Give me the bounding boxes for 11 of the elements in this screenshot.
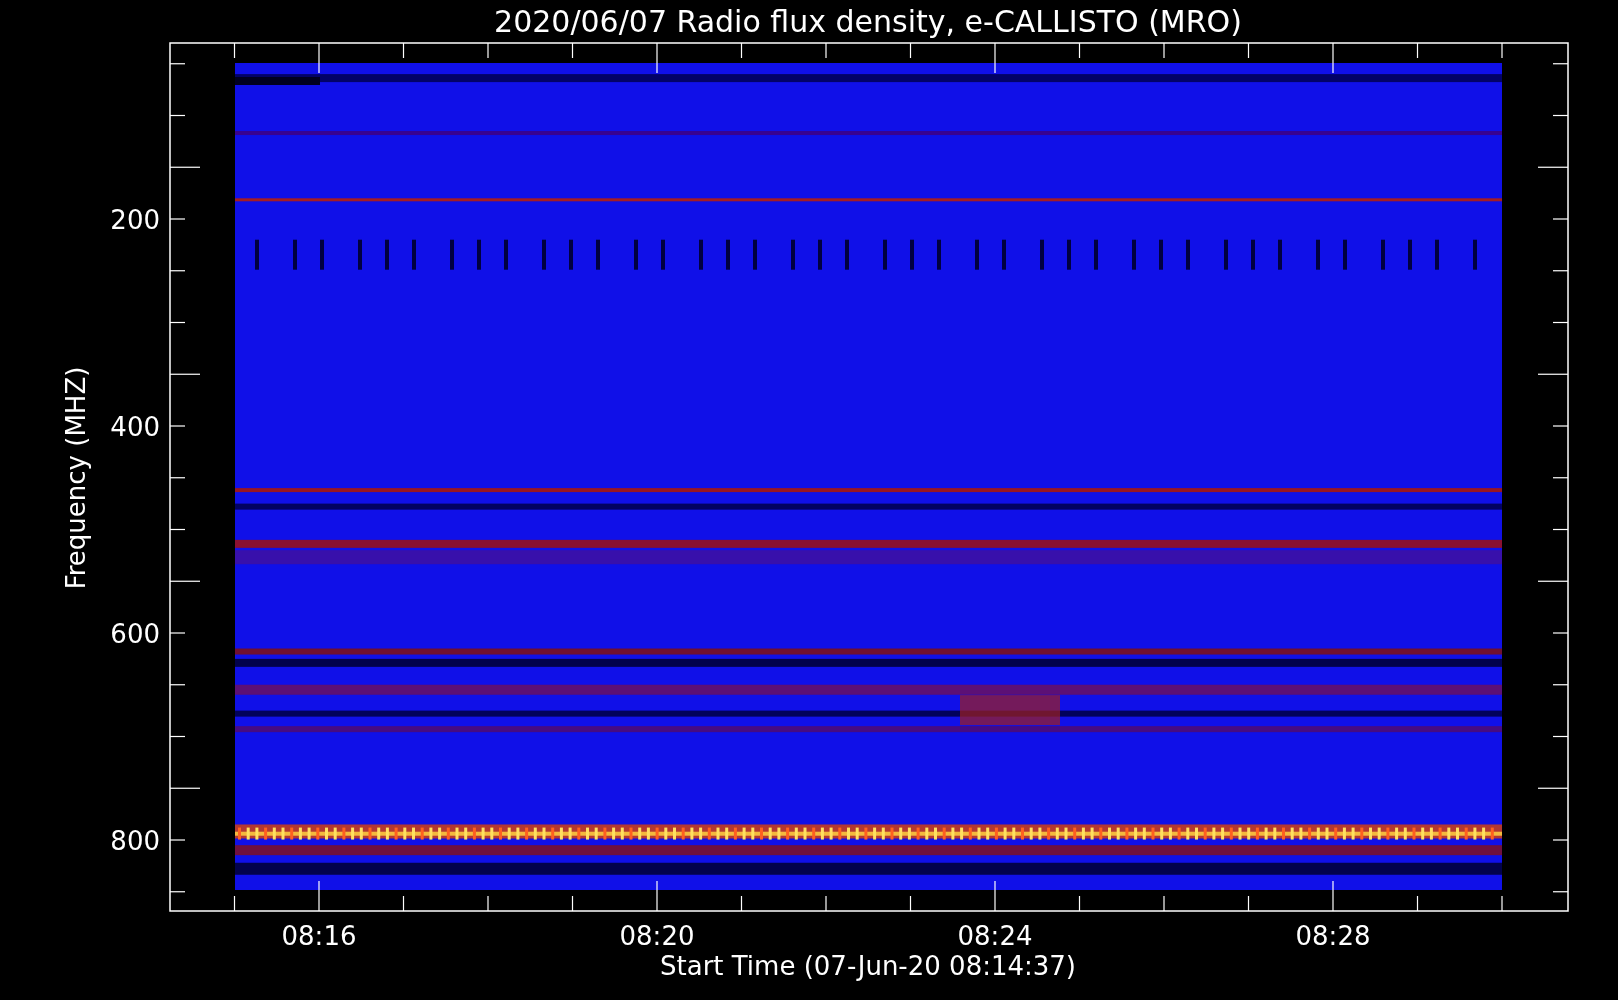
x-axis-tick-label: 08:16 (281, 921, 357, 951)
y-axis-tick-label: 600 (110, 619, 160, 649)
x-axis-tick-label: 08:24 (957, 921, 1033, 951)
y-axis-tick-label: 400 (110, 412, 160, 442)
chart-title: 2020/06/07 Radio flux density, e-CALLISTO (MRO) (494, 4, 1242, 39)
y-axis-title: Frequency (MHZ) (61, 366, 91, 590)
y-axis-tick-label: 800 (110, 826, 160, 856)
x-axis-tick-label: 08:20 (619, 921, 695, 951)
y-axis-tick-label: 200 (110, 205, 160, 235)
x-axis-tick-label: 08:28 (1295, 921, 1371, 951)
x-axis-title: Start Time (07-Jun-20 08:14:37) (660, 951, 1076, 981)
